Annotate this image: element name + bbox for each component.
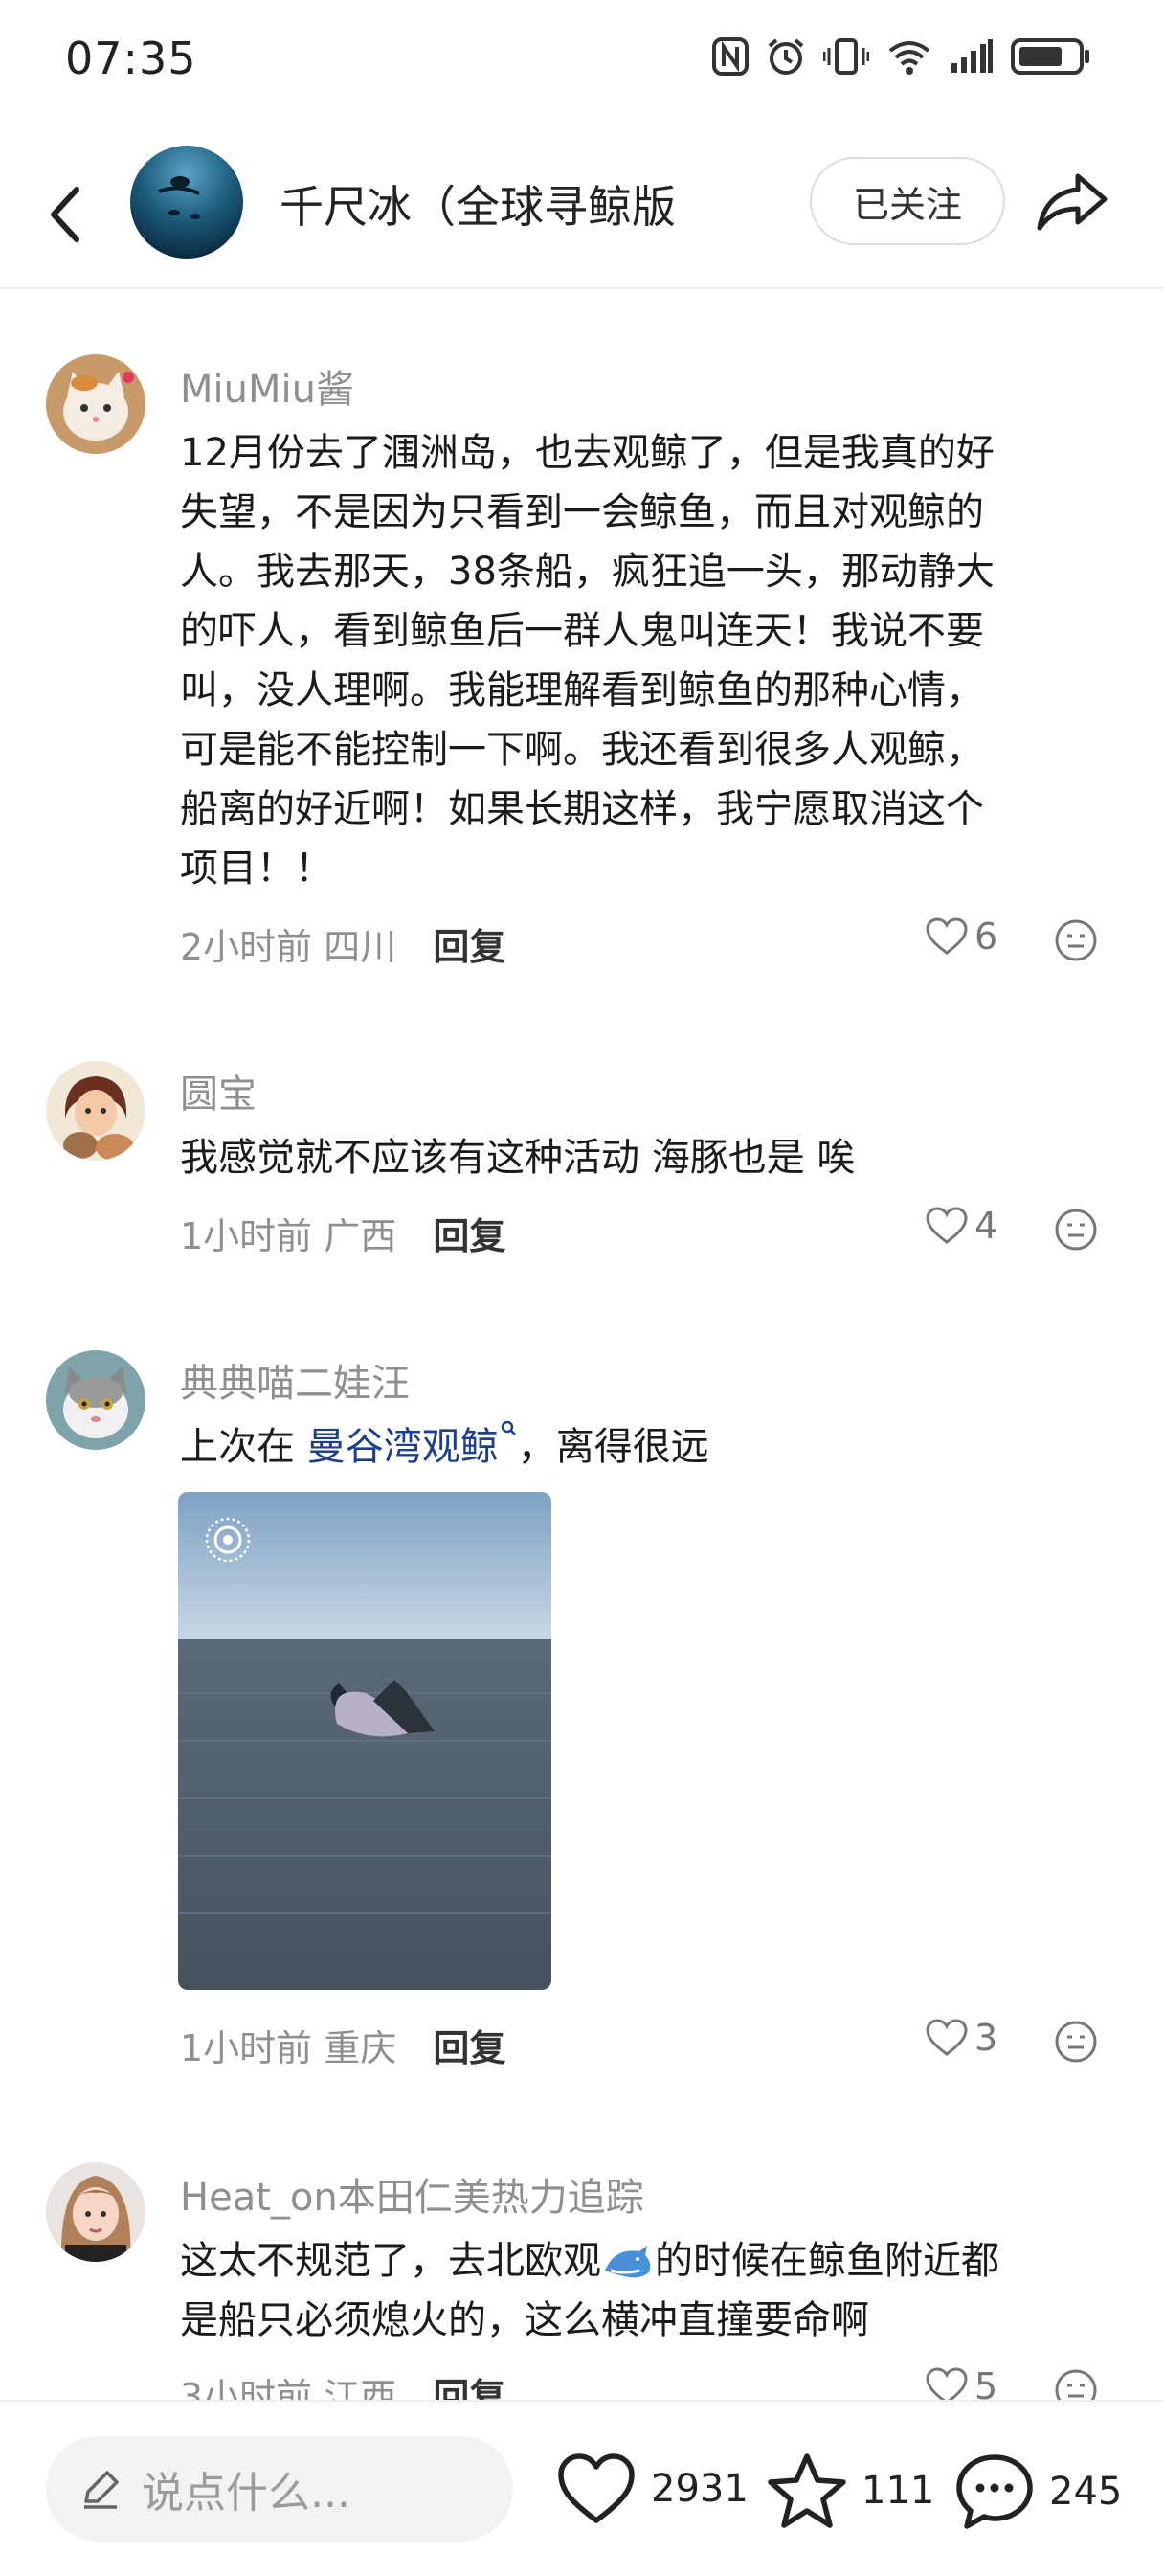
comment-meta: 1小时前 广西 回复 (180, 1207, 505, 1259)
comment-meta: 2小时前 四川 回复 (180, 917, 505, 970)
comment-text: 我感觉就不应该有这种活动 海豚也是 唉 (180, 1128, 1118, 1187)
bottom-action-bar: 说点什么... 2931 111 245 (0, 2400, 1164, 2576)
comment-time: 1小时前 (180, 1215, 313, 1257)
comment-line: 叫，没人理啊。我能理解看到鲸鱼的那种心情， (180, 668, 984, 712)
comment-input[interactable]: 说点什么... (46, 2436, 513, 2542)
smile-icon[interactable] (1053, 2019, 1099, 2065)
like-count: 3 (974, 2017, 998, 2059)
comment-post-button[interactable]: 245 (953, 2452, 1122, 2532)
comment-text: 12月份去了涠洲岛，也去观鲸了，但是我真的好 失望，不是因为只看到一会鲸鱼，而且… (180, 423, 1118, 898)
comment-line: 可是能不能控制一下啊。我还看到很多人观鲸， (180, 728, 984, 772)
topic-link[interactable]: 曼谷湾观鲸 (307, 1425, 499, 1469)
author-avatar[interactable] (130, 146, 243, 259)
alarm-icon (768, 38, 804, 75)
search-icon[interactable] (499, 1417, 518, 1446)
comment-location: 广西 (324, 1215, 397, 1257)
comment-location: 四川 (324, 926, 397, 968)
status-time: 07:35 (65, 33, 197, 84)
comment-text-prefix: 上次在 (180, 1425, 307, 1469)
heart-icon (926, 2019, 968, 2056)
like-button[interactable]: 3 (925, 2017, 997, 2059)
pencil-icon (84, 2471, 119, 2509)
like-count: 4 (974, 1205, 998, 1247)
star-icon (768, 2453, 846, 2528)
comment-line: 这太不规范了，去北欧观 的时候在鲸鱼附近都 (180, 2231, 1118, 2291)
comment-input-placeholder: 说点什么... (142, 2469, 350, 2518)
avatar[interactable] (46, 2162, 146, 2262)
reply-button[interactable]: 回复 (433, 2027, 505, 2069)
avatar[interactable] (46, 354, 146, 454)
comment-line: 船离的好近啊！如果长期这样，我宁愿取消这个 (180, 787, 984, 831)
comment-line: 我感觉就不应该有这种活动 海豚也是 唉 (180, 1136, 856, 1180)
heart-icon (926, 1207, 968, 1244)
comment-line: 12月份去了涠洲岛，也去观鲸了，但是我真的好 (180, 431, 995, 475)
comment-text-part: 这太不规范了，去北欧观 (180, 2239, 601, 2283)
like-post-button[interactable]: 2931 (555, 2452, 749, 2526)
like-count: 6 (974, 915, 998, 958)
comment-line: 项目！！ (180, 847, 333, 891)
heart-icon (558, 2453, 635, 2523)
comment-time: 2小时前 (180, 926, 313, 968)
like-button[interactable]: 6 (925, 915, 997, 958)
commenter-name[interactable]: MiuMiu酱 (180, 358, 354, 414)
heart-icon (926, 917, 968, 955)
reply-button[interactable]: 回复 (433, 926, 505, 968)
nfc-icon (712, 37, 749, 76)
commenter-name[interactable]: 圆宝 (180, 1063, 257, 1119)
battery-icon (1011, 38, 1089, 75)
dolphin-emoji (601, 2242, 655, 2284)
smile-icon[interactable] (1053, 1207, 1099, 1253)
comment-photo[interactable] (178, 1492, 551, 1990)
comment-line: 是船只必须熄火的，这么横冲直撞要命啊 (180, 2298, 869, 2342)
comment-line: 失望，不是因为只看到一会鲸鱼，而且对观鲸的 (180, 490, 984, 534)
comment-text: 上次在 曼谷湾观鲸 ，离得很远 (180, 1417, 1118, 1477)
reply-button[interactable]: 回复 (433, 1215, 505, 1257)
comment-text-suffix: ，离得很远 (517, 1425, 709, 1469)
post-favorite-count: 111 (862, 2469, 935, 2513)
status-bar: 07:35 (0, 0, 1164, 115)
vibrate-icon (823, 38, 869, 75)
commenter-name[interactable]: 典典喵二娃汪 (180, 1352, 410, 1408)
comment-text-part: 的时候在鲸鱼附近都 (655, 2239, 999, 2283)
smile-icon[interactable] (1053, 917, 1099, 963)
status-icons (712, 36, 1091, 77)
post-header: 千尺冰（全球寻鲸版 已关注 (0, 144, 1164, 289)
favorite-post-button[interactable]: 111 (766, 2452, 934, 2530)
comment-line: 人。我去那天，38条船，疯狂追一头，那动静大 (180, 550, 995, 594)
avatar[interactable] (46, 1350, 146, 1450)
comment-time: 1小时前 (180, 2027, 313, 2069)
comment-line: 的吓人，看到鲸鱼后一群人鬼叫连天！我说不要 (180, 609, 984, 653)
like-button[interactable]: 4 (925, 1205, 997, 1247)
commenter-name[interactable]: Heat_on本田仁美热力追踪 (180, 2166, 644, 2222)
post-like-count: 2931 (651, 2467, 749, 2511)
signal-icon (951, 39, 993, 73)
avatar[interactable] (46, 1061, 146, 1161)
back-icon[interactable] (38, 176, 96, 253)
comment-location: 重庆 (324, 2027, 397, 2069)
author-name[interactable]: 千尺冰（全球寻鲸版 (280, 172, 676, 236)
comment-text: 这太不规范了，去北欧观 的时候在鲸鱼附近都 是船只必须熄火的，这么横冲直撞要命啊 (180, 2231, 1118, 2350)
comment-meta: 1小时前 重庆 回复 (180, 2019, 505, 2071)
post-comment-count: 245 (1049, 2470, 1123, 2514)
follow-button[interactable]: 已关注 (810, 157, 1005, 245)
chat-icon (956, 2454, 1033, 2529)
wifi-icon (888, 41, 930, 75)
share-icon[interactable] (1036, 170, 1108, 232)
live-photo-icon (203, 1515, 253, 1565)
